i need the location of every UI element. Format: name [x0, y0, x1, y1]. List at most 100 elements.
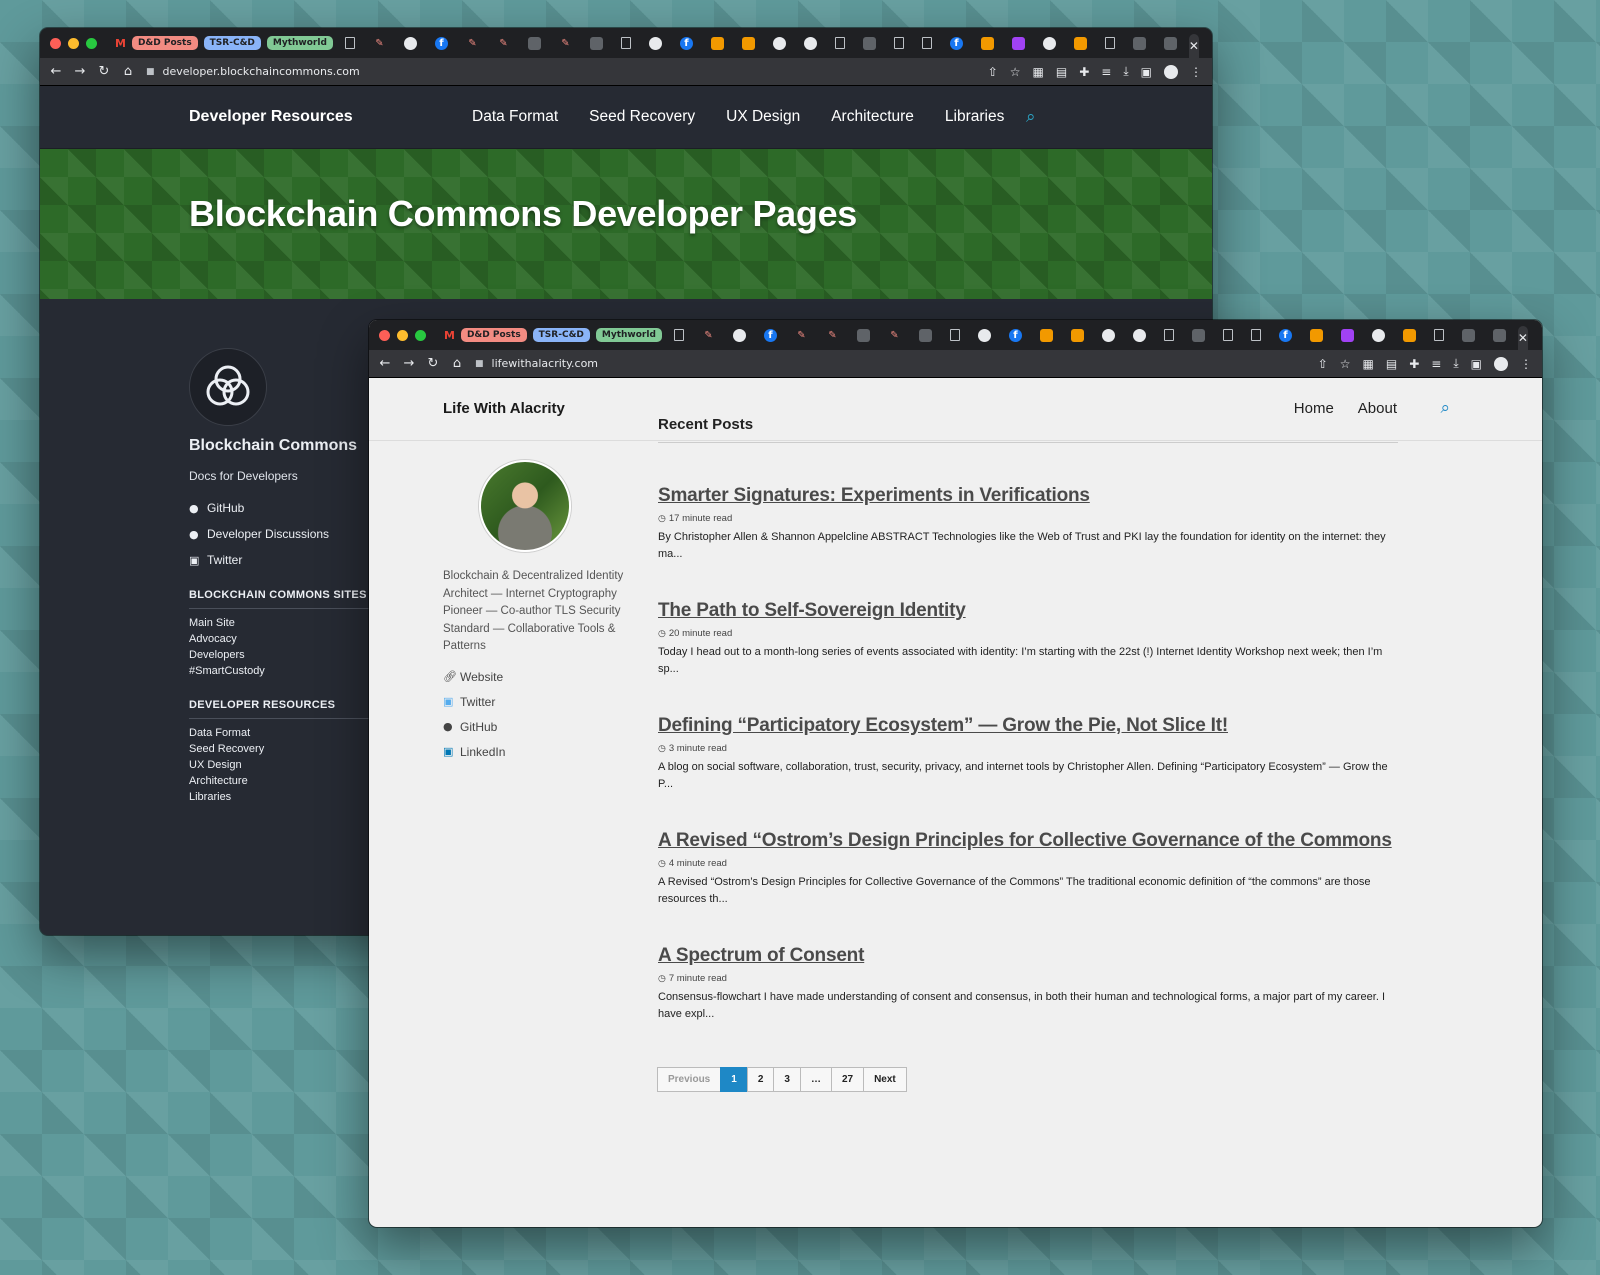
pen-tab-icon[interactable]: ✎ [497, 37, 510, 50]
github-tab-icon[interactable] [977, 328, 991, 342]
generic-tab-icon[interactable] [980, 36, 994, 50]
list-item[interactable]: Seed Recovery [189, 743, 389, 755]
facebook-tab-icon[interactable]: f [1008, 328, 1022, 342]
github-tab-icon[interactable] [1101, 328, 1115, 342]
post-title-link[interactable]: Smarter Signatures: Experiments in Verif… [658, 485, 1398, 507]
url-text[interactable]: lifewithalacrity.com [492, 357, 599, 370]
alacrity-browser-window[interactable]: M D&D Posts TSR-C&D Mythworld ✎ f ✎ ✎ ✎ … [369, 320, 1542, 1227]
tab-group-chip[interactable]: TSR-C&D [203, 36, 261, 50]
social-label[interactable]: GitHub [207, 501, 244, 515]
list-item[interactable]: Architecture [189, 775, 389, 787]
generic-tab-icon[interactable] [1073, 36, 1087, 50]
profile-avatar[interactable] [1164, 64, 1178, 79]
close-window-button[interactable] [50, 37, 61, 49]
github-tab-icon[interactable] [1042, 36, 1056, 50]
social-label[interactable]: Developer Discussions [207, 527, 329, 541]
generic-tab-icon[interactable] [1132, 36, 1146, 50]
maximize-window-button[interactable] [415, 329, 426, 341]
notion-tab-icon[interactable] [673, 329, 684, 341]
nav-link[interactable]: Architecture [831, 108, 914, 126]
website-link[interactable]: 🔗︎ Website [443, 670, 633, 684]
document-tab-icon[interactable] [949, 329, 960, 341]
generic-tab-icon[interactable] [1070, 328, 1084, 342]
github-tab-icon[interactable] [648, 36, 662, 50]
tab-group-chip[interactable]: Mythworld [595, 328, 662, 342]
reload-icon[interactable]: ↻ [427, 356, 439, 371]
github-tab-icon[interactable] [772, 36, 786, 50]
extension-icon[interactable]: ▤ [1386, 357, 1397, 371]
nav-link-home[interactable]: Home [1294, 400, 1334, 417]
generic-tab-icon[interactable] [1191, 328, 1205, 342]
back-arrow-icon[interactable]: ← [379, 356, 391, 371]
facebook-tab-icon[interactable]: f [949, 36, 963, 50]
generic-tab-icon[interactable] [527, 36, 541, 50]
document-tab-icon[interactable] [1222, 329, 1233, 341]
tab-group-chip[interactable]: TSR-C&D [532, 328, 590, 342]
generic-tab-icon[interactable] [1461, 328, 1475, 342]
generic-tab-icon[interactable] [1039, 328, 1053, 342]
list-item[interactable]: Data Format [189, 727, 389, 739]
document-tab-icon[interactable] [620, 37, 631, 49]
bookmark-star-icon[interactable]: ☆ [1010, 65, 1021, 79]
nav-link[interactable]: Data Format [472, 108, 558, 126]
reading-list-icon[interactable]: ≡ [1101, 65, 1111, 79]
reload-icon[interactable]: ↻ [98, 64, 110, 79]
document-tab-icon[interactable] [921, 37, 932, 49]
download-icon[interactable]: ⤓ [1123, 64, 1128, 79]
linkedin-link[interactable]: ▣ LinkedIn [443, 745, 633, 759]
generic-tab-icon[interactable] [862, 36, 876, 50]
site-title[interactable]: Life With Alacrity [443, 400, 565, 417]
generic-tab-icon[interactable] [918, 328, 932, 342]
url-field[interactable]: ■ developer.blockchaincommons.com [146, 65, 976, 78]
facebook-tab-icon[interactable]: f [434, 36, 448, 50]
share-icon[interactable]: ⇧ [1318, 357, 1328, 371]
list-item[interactable]: UX Design [189, 759, 389, 771]
pen-tab-icon[interactable]: ✎ [826, 329, 839, 342]
pagination-page[interactable]: 3 [773, 1067, 801, 1092]
list-item[interactable]: #SmartCustody [189, 665, 389, 677]
github-tab-icon[interactable] [732, 328, 746, 342]
puzzle-extensions-icon[interactable]: ✚ [1079, 65, 1089, 79]
document-tab-icon[interactable] [1433, 329, 1444, 341]
pen-tab-icon[interactable]: ✎ [559, 37, 572, 50]
site-title[interactable]: Developer Resources [189, 108, 353, 126]
share-icon[interactable]: ⇧ [988, 65, 998, 79]
forward-arrow-icon[interactable]: → [403, 356, 415, 371]
profile-avatar[interactable] [1494, 356, 1508, 371]
pen-tab-icon[interactable]: ✎ [373, 37, 386, 50]
tab-group-chip[interactable]: Mythworld [266, 36, 333, 50]
discussions-link[interactable]: ● Developer Discussions [189, 527, 389, 541]
back-arrow-icon[interactable]: ← [50, 64, 62, 79]
tab-group-chip[interactable]: D&D Posts [460, 328, 527, 342]
document-tab-icon[interactable] [1163, 329, 1174, 341]
github-link[interactable]: ● GitHub [443, 720, 633, 734]
author-link-label[interactable]: GitHub [460, 720, 497, 734]
author-link-label[interactable]: Twitter [460, 695, 495, 709]
minimize-window-button[interactable] [397, 329, 408, 341]
home-icon[interactable]: ⌂ [451, 356, 463, 371]
generic-tab-icon[interactable] [1340, 328, 1354, 342]
active-tab-close-icon[interactable]: ✕ [1188, 34, 1199, 58]
author-link-label[interactable]: LinkedIn [460, 745, 505, 759]
pen-tab-icon[interactable]: ✎ [702, 329, 715, 342]
download-icon[interactable]: ⤓ [1453, 356, 1458, 371]
pagination-page[interactable]: 27 [830, 1067, 865, 1092]
pen-tab-icon[interactable]: ✎ [888, 329, 901, 342]
github-link[interactable]: ● GitHub [189, 501, 389, 515]
post-title-link[interactable]: Defining “Participatory Ecosystem” — Gro… [658, 715, 1398, 737]
more-menu-icon[interactable]: ⋮ [1520, 357, 1532, 371]
generic-tab-icon[interactable] [1402, 328, 1416, 342]
generic-tab-icon[interactable] [1011, 36, 1025, 50]
extension-icon[interactable]: ▦ [1363, 357, 1374, 371]
post-title-link[interactable]: A Revised “Ostrom’s Design Principles fo… [658, 830, 1398, 852]
pagination-next[interactable]: Next [863, 1067, 907, 1092]
nav-link[interactable]: Libraries [945, 108, 1004, 126]
side-panel-icon[interactable]: ▣ [1471, 357, 1482, 371]
generic-tab-icon[interactable] [710, 36, 724, 50]
github-tab-icon[interactable] [403, 36, 417, 50]
tab-group-chip[interactable]: D&D Posts [131, 36, 198, 50]
generic-tab-icon[interactable] [741, 36, 755, 50]
pagination-previous[interactable]: Previous [657, 1067, 722, 1092]
more-menu-icon[interactable]: ⋮ [1190, 65, 1202, 79]
github-tab-icon[interactable] [1132, 328, 1146, 342]
